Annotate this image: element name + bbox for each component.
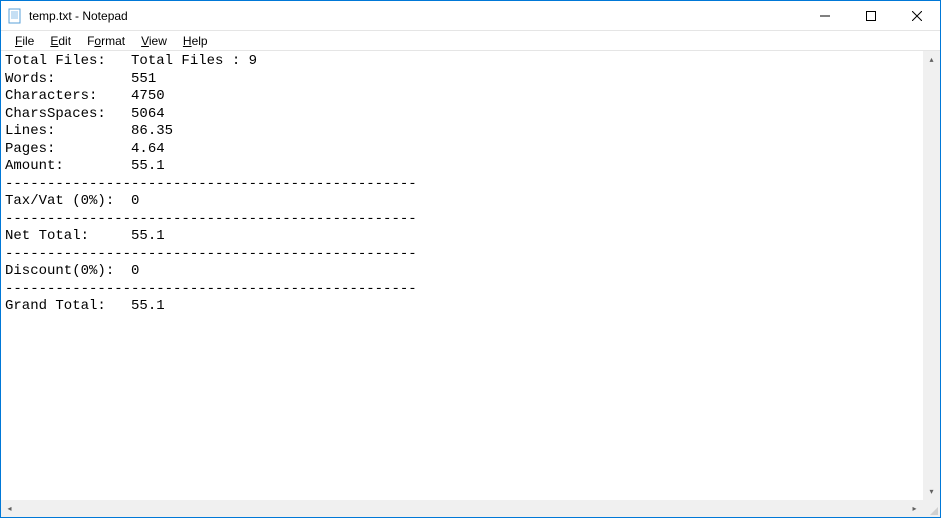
- menu-bar: File Edit Format View Help: [1, 31, 940, 51]
- scroll-left-button[interactable]: ◂: [1, 500, 18, 517]
- menu-format[interactable]: Format: [79, 32, 133, 50]
- menu-help[interactable]: Help: [175, 32, 216, 50]
- window-title: temp.txt - Notepad: [29, 9, 802, 23]
- close-button[interactable]: [894, 1, 940, 30]
- editor-area: Total Files: Total Files : 9 Words: 551 …: [1, 51, 940, 517]
- menu-edit[interactable]: Edit: [42, 32, 79, 50]
- scroll-right-button[interactable]: ▸: [906, 500, 923, 517]
- scroll-down-button[interactable]: ▾: [923, 483, 940, 500]
- menu-view[interactable]: View: [133, 32, 175, 50]
- minimize-button[interactable]: [802, 1, 848, 30]
- vertical-scrollbar[interactable]: ▴ ▾: [923, 51, 940, 500]
- horizontal-scrollbar[interactable]: ◂ ▸: [1, 500, 923, 517]
- notepad-icon: [7, 8, 23, 24]
- maximize-button[interactable]: [848, 1, 894, 30]
- scroll-up-button[interactable]: ▴: [923, 51, 940, 68]
- menu-file[interactable]: File: [7, 32, 42, 50]
- horizontal-scroll-track[interactable]: [18, 500, 906, 517]
- resize-grip[interactable]: [923, 500, 940, 517]
- window-controls: [802, 1, 940, 30]
- vertical-scroll-track[interactable]: [923, 68, 940, 483]
- text-editor[interactable]: Total Files: Total Files : 9 Words: 551 …: [1, 51, 940, 517]
- title-bar: temp.txt - Notepad: [1, 1, 940, 31]
